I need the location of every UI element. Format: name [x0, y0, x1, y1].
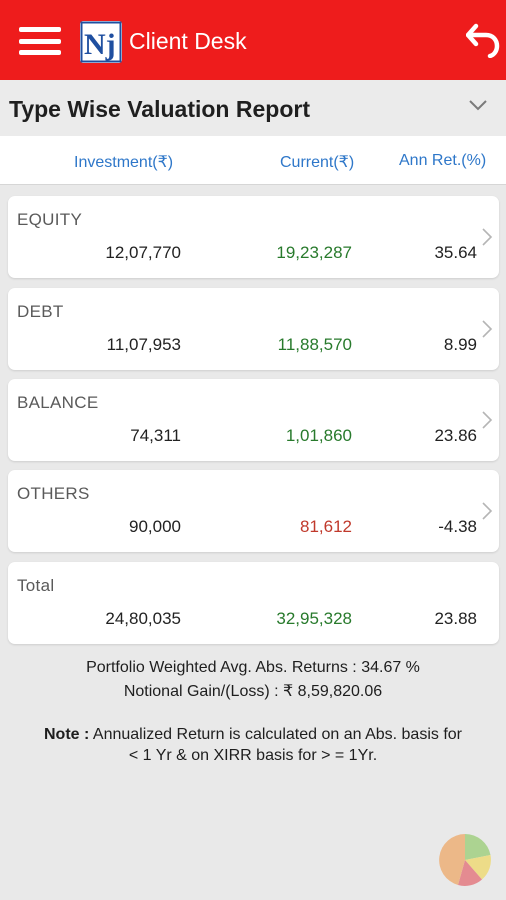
valuation-row-total: Total 24,80,035 32,95,328 23.88: [8, 562, 499, 644]
hamburger-menu-icon[interactable]: [19, 27, 61, 55]
row-type-name: EQUITY: [17, 210, 83, 229]
chevron-right-icon[interactable]: [481, 410, 493, 430]
row-type-name: BALANCE: [17, 393, 99, 412]
note-label: Note :: [44, 726, 90, 743]
weighted-returns-text: Portfolio Weighted Avg. Abs. Returns : 3…: [86, 659, 420, 676]
app-bar: [0, 0, 506, 80]
row-type-name: Total: [17, 576, 55, 595]
row-ann-return-value: -4.38: [438, 517, 477, 536]
row-current-value: 81,612: [300, 517, 352, 536]
note-text-1: Annualized Return is calculated on an Ab…: [92, 726, 462, 743]
chevron-right-icon[interactable]: [481, 319, 493, 339]
note-line-2: < 1 Yr & on XIRR basis for > = 1Yr.: [128, 747, 378, 764]
row-current-value: 1,01,860: [285, 426, 352, 445]
svg-text:Nj: Nj: [84, 28, 116, 61]
row-investment-value: 74,311: [130, 426, 181, 445]
row-investment-value: 12,07,770: [105, 243, 181, 262]
app-logo: Nj: [80, 21, 122, 63]
valuation-row-debt[interactable]: DEBT 11,07,953 11,88,570 8.99: [8, 288, 499, 370]
chevron-right-icon[interactable]: [481, 227, 493, 247]
row-investment-value: 90,000: [129, 517, 181, 536]
report-title: Type Wise Valuation Report: [9, 96, 310, 122]
column-header-investment: Investment(₹): [74, 154, 174, 171]
back-arrow-icon[interactable]: [465, 22, 500, 59]
row-current-value: 32,95,328: [276, 609, 352, 628]
column-header-current: Current(₹): [280, 154, 355, 171]
valuation-row-balance[interactable]: BALANCE 74,311 1,01,860 23.86: [8, 379, 499, 461]
chevron-right-icon[interactable]: [481, 501, 493, 521]
valuation-row-equity[interactable]: EQUITY 12,07,770 19,23,287 35.64: [8, 196, 499, 278]
app-title: Client Desk: [129, 28, 247, 54]
row-investment-value: 11,07,953: [106, 335, 181, 354]
row-ann-return-value: 23.88: [434, 609, 477, 628]
row-ann-return-value: 35.64: [434, 243, 477, 262]
notional-gain-text: Notional Gain/(Loss) : ₹ 8,59,820.06: [123, 683, 383, 700]
row-type-name: DEBT: [17, 302, 64, 321]
valuation-row-others[interactable]: OTHERS 90,000 81,612 -4.38: [8, 470, 499, 552]
row-investment-value: 24,80,035: [105, 609, 181, 628]
row-ann-return-value: 8.99: [443, 335, 477, 354]
column-header-ann-ret: Ann Ret.(%): [399, 152, 487, 169]
chevron-down-icon[interactable]: [468, 98, 488, 112]
row-ann-return-value: 23.86: [434, 426, 477, 445]
row-current-value: 19,23,287: [276, 243, 352, 262]
row-type-name: OTHERS: [17, 484, 90, 503]
note-line-1: Note : Annualized Return is calculated o…: [0, 724, 506, 745]
row-current-value: 11,88,570: [277, 335, 352, 354]
pie-chart-icon[interactable]: [437, 832, 493, 888]
